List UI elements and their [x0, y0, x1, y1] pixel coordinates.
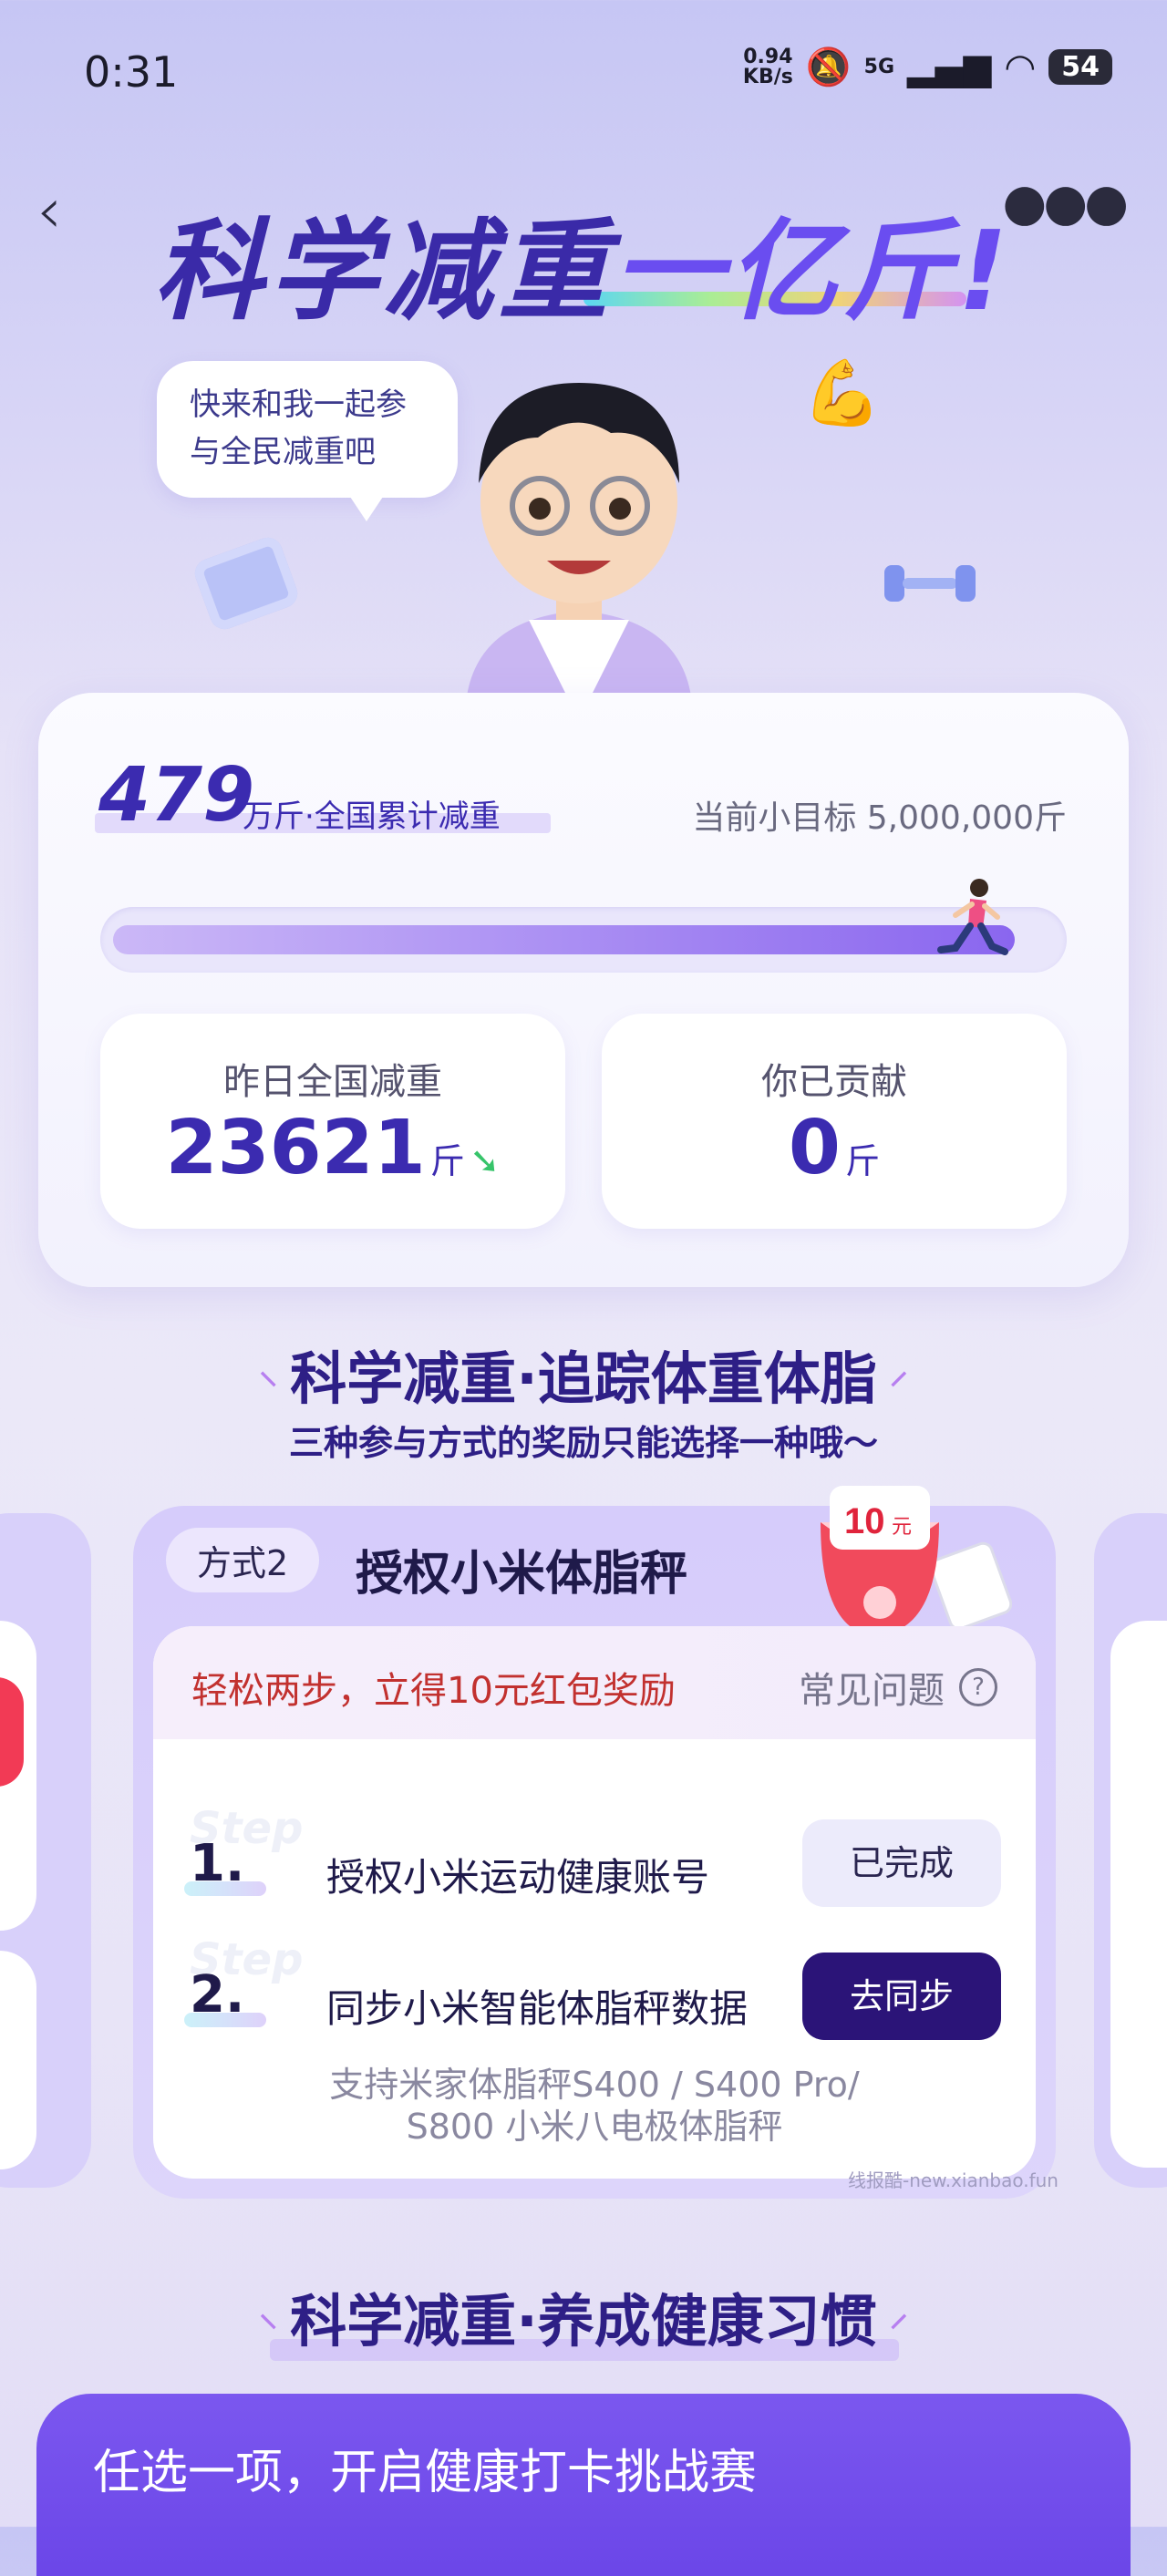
reward-unit: 元	[892, 1516, 912, 1539]
step-1: Step 1. 授权小米运动健康账号 已完成	[184, 1803, 1001, 1916]
contributed-stat-box: 你已贡献 0 斤	[602, 1014, 1067, 1229]
mute-icon: 🔕	[805, 46, 852, 88]
question-circle-icon: ?	[959, 1668, 997, 1706]
watermark: 线报酷-new.xianbao.fun	[848, 2169, 1059, 2191]
yesterday-stat-box: 昨日全国减重 23621 斤 ➘	[100, 1014, 565, 1229]
contributed-label: 你已贡献	[761, 1061, 907, 1103]
carousel-card-next[interactable]	[1094, 1513, 1167, 2188]
carousel-card-prev[interactable]	[0, 1513, 91, 2188]
step-number: 2.	[190, 1965, 245, 2025]
dumbbell-icon	[884, 565, 976, 602]
method-title: 授权小米体脂秤	[356, 1547, 688, 1602]
mascot-illustration	[465, 383, 693, 720]
step-number: 1.	[190, 1834, 245, 1893]
status-bar-icons: 0.94 KB/s 🔕 5G ▂▄▆ ◠ 54	[743, 46, 1112, 88]
yesterday-label: 昨日全国减重	[223, 1061, 442, 1103]
total-weight-lost-label: 万斤·全国累计减重	[243, 799, 501, 835]
status-time: 0:31	[84, 47, 179, 97]
yesterday-unit: 斤	[429, 1141, 465, 1181]
step-text: 同步小米智能体脂秤数据	[326, 1986, 749, 2031]
progress-fill	[113, 925, 1015, 954]
wifi-icon: ◠	[1004, 46, 1037, 88]
method-tag: 方式2	[166, 1528, 320, 1592]
muscle-arm-icon: 💪	[802, 355, 883, 430]
supported-devices-text: 支持米家体脂秤S400 / S400 Pro/ S800 小米八电极体脂秤	[329, 2065, 860, 2147]
sparkle-icon: ⸌	[259, 1365, 291, 1407]
section-title-tracking: ⸌ 科学减重·追踪体重体脂 ⸍	[259, 1345, 908, 1412]
sparkle-icon: ⸍	[876, 1365, 908, 1407]
down-arrow-icon: ➘	[469, 1140, 501, 1182]
battery-indicator: 54	[1048, 49, 1112, 85]
speech-bubble: 快来和我一起参与全民减重吧	[157, 361, 458, 521]
sync-button[interactable]: 去同步	[802, 1953, 1001, 2040]
faq-link[interactable]: 常见问题 ?	[799, 1661, 997, 1714]
challenge-text: 任选一项，开启健康打卡挑战赛	[93, 2446, 758, 2500]
reward-amount: 10	[844, 1501, 885, 1541]
section-title-habits: ⸌ 科学减重·养成健康习惯 ⸍	[259, 2288, 908, 2354]
step-2: Step 2. 同步小米智能体脂秤数据 去同步	[184, 1934, 1001, 2047]
option-inner-card: 轻松两步，立得10元红包奖励 常见问题 ? Step 1. 授权小米运动健康账号…	[153, 1626, 1036, 2179]
network-type: 5G	[863, 56, 895, 78]
promo-text: 轻松两步，立得10元红包奖励	[191, 1670, 676, 1712]
step-1-done-button[interactable]: 已完成	[802, 1819, 1001, 1907]
sparkle-icon: ⸌	[259, 2308, 291, 2350]
net-speed: 0.94 KB/s	[742, 45, 793, 88]
contributed-unit: 斤	[845, 1141, 881, 1181]
total-weight-lost-value: 479	[98, 752, 255, 839]
scale-icon	[191, 533, 302, 634]
section-subtitle: 三种参与方式的奖励只能选择一种哦～	[288, 1423, 878, 1463]
goal-label: 当前小目标 5,000,000斤	[692, 799, 1067, 837]
runner-icon	[937, 879, 1008, 955]
carousel-prev-accent	[0, 1677, 24, 1787]
sparkle-icon: ⸍	[876, 2308, 908, 2350]
hero-title: 科学减重一亿斤!	[153, 209, 1014, 335]
contributed-value: 0	[788, 1105, 841, 1191]
step-text: 授权小米运动健康账号	[326, 1855, 710, 1900]
red-packet-icon: 10 元	[821, 1486, 1012, 1636]
challenge-card[interactable]: 任选一项，开启健康打卡挑战赛	[36, 2394, 1131, 2576]
signal-icon: ▂▄▆	[907, 46, 992, 88]
yesterday-value: 23621	[165, 1105, 426, 1191]
